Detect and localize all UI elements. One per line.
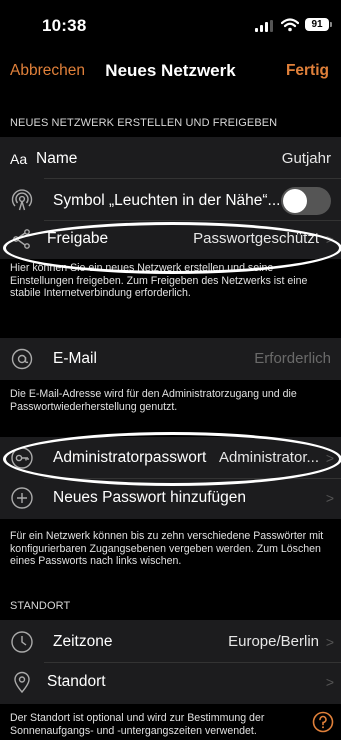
chevron-right-icon: > [325,231,334,247]
cellular-signal-icon [255,20,273,32]
share-row[interactable]: Freigabe Passwortgeschützt > [0,217,341,261]
toggle-knob [283,189,307,213]
admin-password-value: Administrator... [218,449,319,466]
wifi-icon [281,18,299,32]
section-header-location: STANDORT [10,600,71,612]
done-button[interactable]: Fertig [286,62,329,80]
footnote-create: Hier können Sie ein neues Netzwerk erste… [10,262,308,299]
battery-level: 91 [305,18,329,31]
clock-icon [11,631,33,653]
add-password-row[interactable]: Neues Passwort hinzufügen > [0,476,341,520]
chevron-right-icon: > [325,450,334,466]
email-label: E-Mail [53,350,97,367]
footnote-location: Der Standort ist optional und wird zur B… [10,712,265,737]
footnote-email: Die E-Mail-Adresse wird für den Administ… [10,388,297,413]
name-value[interactable]: Gutjahr [282,137,331,181]
location-label: Standort [47,673,106,690]
add-password-label: Neues Passwort hinzufügen [53,489,247,506]
group-network: Aa Name Gutjahr Symbol „Leuchten in der … [0,137,341,259]
name-row[interactable]: Aa Name Gutjahr [0,137,341,181]
share-value: Passwortgeschützt [193,230,319,247]
group-passwords: Administratorpasswort Administrator... >… [0,437,341,519]
share-icon [13,229,30,249]
status-time: 10:38 [42,16,87,35]
email-row[interactable]: E-Mail Erforderlich [0,338,341,380]
plus-circle-icon [11,487,33,509]
timezone-label: Zeitzone [53,633,113,650]
chevron-right-icon: > [325,674,334,690]
beacon-toggle[interactable] [281,187,331,215]
share-label: Freigabe [47,230,109,247]
status-bar: 10:38 91 [0,0,341,44]
timezone-value: Europe/Berlin [228,633,319,650]
beacon-icon [11,189,33,211]
chevron-right-icon: > [325,634,334,650]
battery-icon: 91 [305,18,333,32]
footnote-passwords: Für ein Netzwerk können bis zu zehn vers… [10,530,324,567]
group-location: Zeitzone Europe/Berlin > Standort > [0,620,341,704]
section-header-create: NEUES NETZWERK ERSTELLEN UND FREIGEBEN [10,117,278,129]
help-icon[interactable] [312,711,334,733]
key-icon [11,447,33,469]
name-label: Name [36,150,78,167]
at-icon [11,348,33,370]
admin-password-row[interactable]: Administratorpasswort Administrator... > [0,436,341,480]
email-field[interactable]: Erforderlich [254,338,331,380]
admin-password-label: Administratorpasswort [53,449,207,466]
name-prefix-icon: Aa [10,151,28,167]
chevron-right-icon: > [325,490,334,506]
timezone-row[interactable]: Zeitzone Europe/Berlin > [0,620,341,664]
location-row[interactable]: Standort > [0,660,341,704]
screen: 10:38 91 Abbrechen Neues Netzwerk Fertig… [0,0,341,740]
navigation-bar: Abbrechen Neues Netzwerk Fertig [0,44,341,96]
group-email: E-Mail Erforderlich [0,338,341,380]
location-pin-icon [14,671,30,694]
